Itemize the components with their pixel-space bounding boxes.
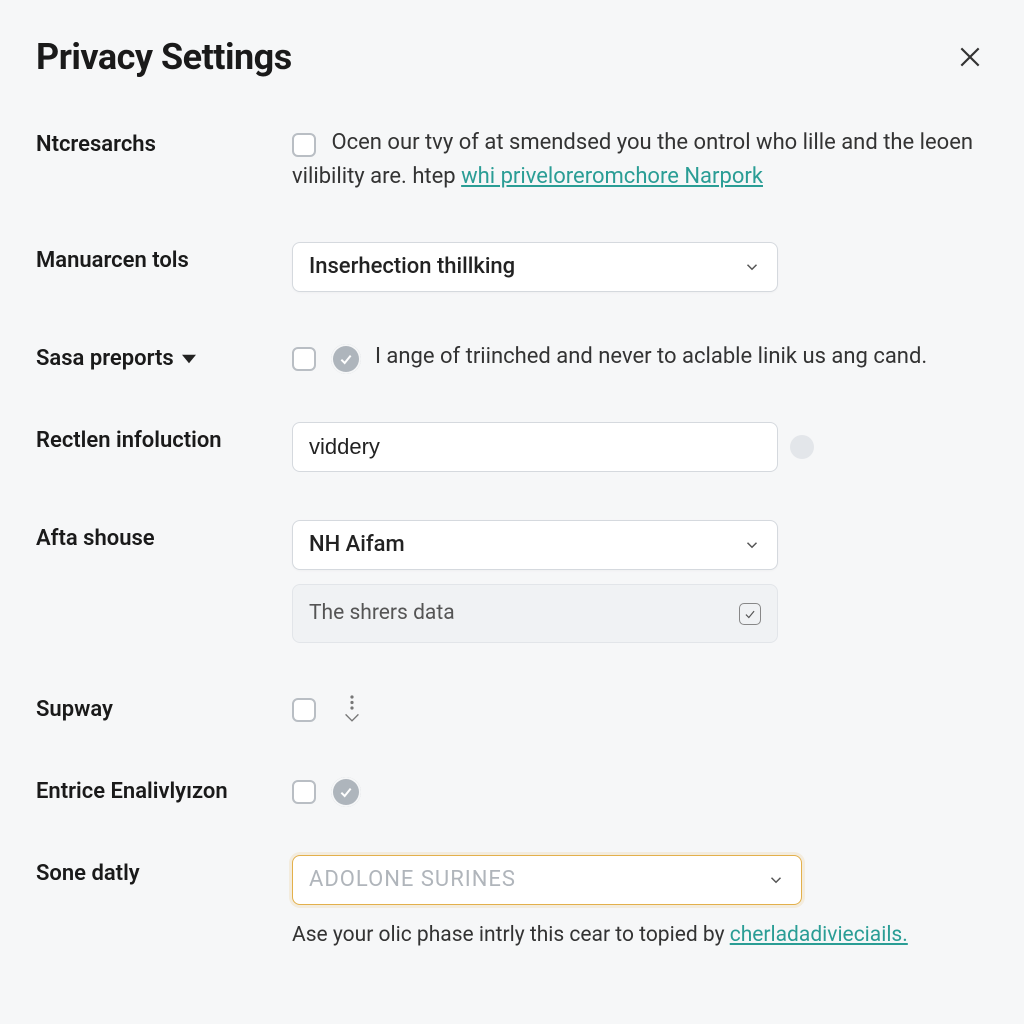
row-sasa: Sasa preports I ange of triinched and ne… (36, 340, 988, 374)
row-supway: Supway (36, 691, 988, 725)
chevron-down-icon (767, 871, 785, 889)
label-afta: Afta shouse (36, 520, 276, 551)
label-sasa: Sasa preports (36, 340, 276, 371)
download-icon[interactable] (341, 694, 363, 722)
check-icon (338, 351, 354, 367)
select-manuarcen[interactable]: Inserhection thillking (292, 242, 778, 292)
caret-down-icon[interactable] (182, 352, 196, 366)
label-rectlen: Rectlen infoluction (36, 422, 276, 453)
link-ntcresarchs[interactable]: whi priveloreromchore Narpork (461, 164, 763, 189)
check-icon (743, 607, 757, 621)
sub-option-label: The shrers data (309, 597, 455, 630)
checkbox-supway[interactable] (292, 698, 316, 722)
input-rectlen[interactable] (292, 422, 778, 472)
select-sone[interactable]: ADOLONE SURINES (292, 855, 802, 905)
status-dot-icon (790, 435, 814, 459)
checkbox-shrers-data[interactable] (739, 603, 761, 625)
label-supway: Supway (36, 691, 276, 722)
row-ntcresarchs: Ntcresarchs Ocen our tvy of at smendsed … (36, 126, 988, 194)
label-manuarcen: Manuarcen tols (36, 242, 276, 273)
close-icon (957, 44, 983, 70)
chevron-down-icon (743, 258, 761, 276)
badge-check-entrice[interactable] (331, 777, 361, 807)
select-manuarcen-value: Inserhection thillking (309, 250, 515, 284)
select-afta-value: NH Aifam (309, 528, 405, 562)
text-sasa: I ange of triinched and never to aclable… (375, 344, 927, 369)
checkbox-entrice[interactable] (292, 780, 316, 804)
label-ntcresarchs: Ntcresarchs (36, 126, 276, 157)
row-rectlen: Rectlen infoluction (36, 422, 988, 472)
checkbox-sasa-1[interactable] (292, 347, 316, 371)
label-entrice: Entrice Enalivlyızon (36, 773, 276, 804)
row-manuarcen: Manuarcen tols Inserhection thillking (36, 242, 988, 292)
select-sone-placeholder: ADOLONE SURINES (309, 863, 516, 897)
row-sone: Sone datly ADOLONE SURINES Ase your olic… (36, 855, 988, 953)
badge-check-sasa[interactable] (331, 344, 361, 374)
link-sone-footer[interactable]: cherladadivieciails. (730, 923, 908, 947)
footer-text-sone: Ase your olic phase intrly this cear to … (292, 919, 988, 953)
panel-header: Privacy Settings (36, 36, 988, 78)
page-title: Privacy Settings (36, 36, 292, 78)
content-ntcresarchs: Ocen our tvy of at smendsed you the ontr… (292, 126, 988, 194)
check-icon (338, 784, 354, 800)
checkbox-ntcresarchs[interactable] (292, 133, 316, 157)
content-sasa: I ange of triinched and never to aclable… (292, 340, 988, 374)
sub-option-afta[interactable]: The shrers data (292, 584, 778, 643)
row-entrice: Entrice Enalivlyızon (36, 773, 988, 807)
row-afta: Afta shouse NH Aifam The shrers data (36, 520, 988, 643)
privacy-settings-panel: Privacy Settings Ntcresarchs Ocen our tv… (0, 0, 1024, 1024)
chevron-down-icon (743, 536, 761, 554)
select-afta[interactable]: NH Aifam (292, 520, 778, 570)
close-button[interactable] (952, 39, 988, 75)
label-sone: Sone datly (36, 855, 276, 886)
